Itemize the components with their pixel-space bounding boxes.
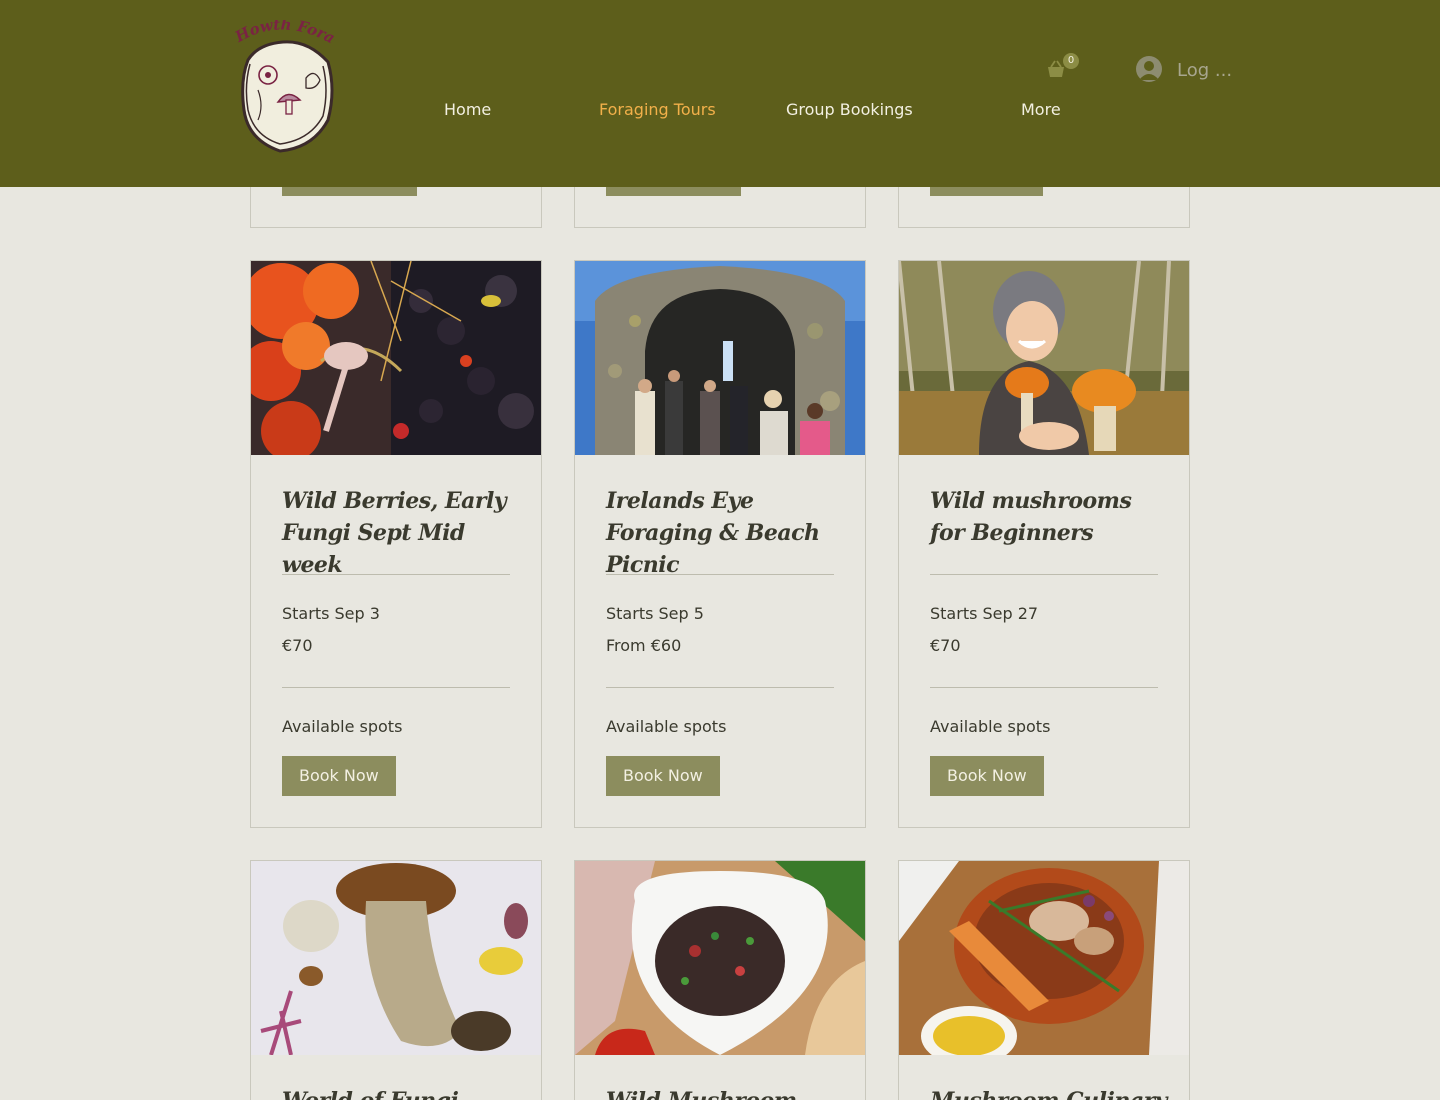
prev-book-button-2[interactable] [606,187,741,196]
cart-count-badge: 0 [1063,53,1079,69]
tour-card: Wild Berries, Early Fungi Sept Mid week … [250,260,542,828]
tour-image-mushroom-culinary[interactable] [899,861,1189,1055]
divider [606,687,834,688]
tour-price: €70 [930,636,961,655]
login-label: Log ... [1177,60,1233,81]
tour-image-irelands-eye[interactable] [575,261,865,455]
login-button[interactable]: Log ... [1136,55,1246,85]
tour-card: Wild Mushroom hunt & [574,860,866,1100]
nav-home[interactable]: Home [444,100,491,119]
tour-image-wild-mushroom-hunt[interactable] [575,861,865,1055]
divider [606,574,834,575]
main-nav: Home Foraging Tours Group Bookings More [0,100,1440,122]
nav-more[interactable]: More [1021,100,1061,119]
tour-title[interactable]: Wild Mushroom hunt & [606,1085,846,1100]
availability-status: Available spots [282,717,403,736]
tour-title[interactable]: Irelands Eye Foraging & Beach Picnic [606,485,846,581]
nav-group-bookings[interactable]: Group Bookings [786,100,913,119]
availability-status: Available spots [606,717,727,736]
tour-title[interactable]: Mushroom Culinary & [930,1085,1170,1100]
tour-start-date: Starts Sep 5 [606,604,704,623]
tour-start-date: Starts Sep 27 [930,604,1039,623]
tour-title[interactable]: Wild mushrooms for Beginners [930,485,1170,549]
tour-title[interactable]: World of Fungi, Howth [282,1085,522,1100]
cart-button[interactable]: 0 [1044,53,1084,83]
tour-title[interactable]: Wild Berries, Early Fungi Sept Mid week [282,485,522,581]
user-avatar-icon [1136,56,1162,82]
book-now-button[interactable]: Book Now [282,756,396,796]
divider [282,574,510,575]
tour-price: From €60 [606,636,682,655]
tour-card: Mushroom Culinary & [898,860,1190,1100]
tour-start-date: Starts Sep 3 [282,604,380,623]
tour-card: Wild mushrooms for Beginners Starts Sep … [898,260,1190,828]
nav-foraging-tours[interactable]: Foraging Tours [599,100,716,119]
prev-book-button-1[interactable] [282,187,417,196]
tour-price: €70 [282,636,313,655]
prev-book-button-3[interactable] [930,187,1043,196]
book-now-button[interactable]: Book Now [930,756,1044,796]
tour-card: Irelands Eye Foraging & Beach Picnic Sta… [574,260,866,828]
divider [930,574,1158,575]
tour-image-world-of-fungi[interactable] [251,861,541,1055]
book-now-button[interactable]: Book Now [606,756,720,796]
availability-status: Available spots [930,717,1051,736]
tour-card: World of Fungi, Howth [250,860,542,1100]
howth-foraging-logo[interactable]: Howth Foraging [223,6,338,156]
tour-image-mushroom-beginners[interactable] [899,261,1189,455]
tour-image-berries[interactable] [251,261,541,455]
site-header: Howth Foraging Home Foraging Tours Group… [0,0,1440,187]
divider [282,687,510,688]
divider [930,687,1158,688]
